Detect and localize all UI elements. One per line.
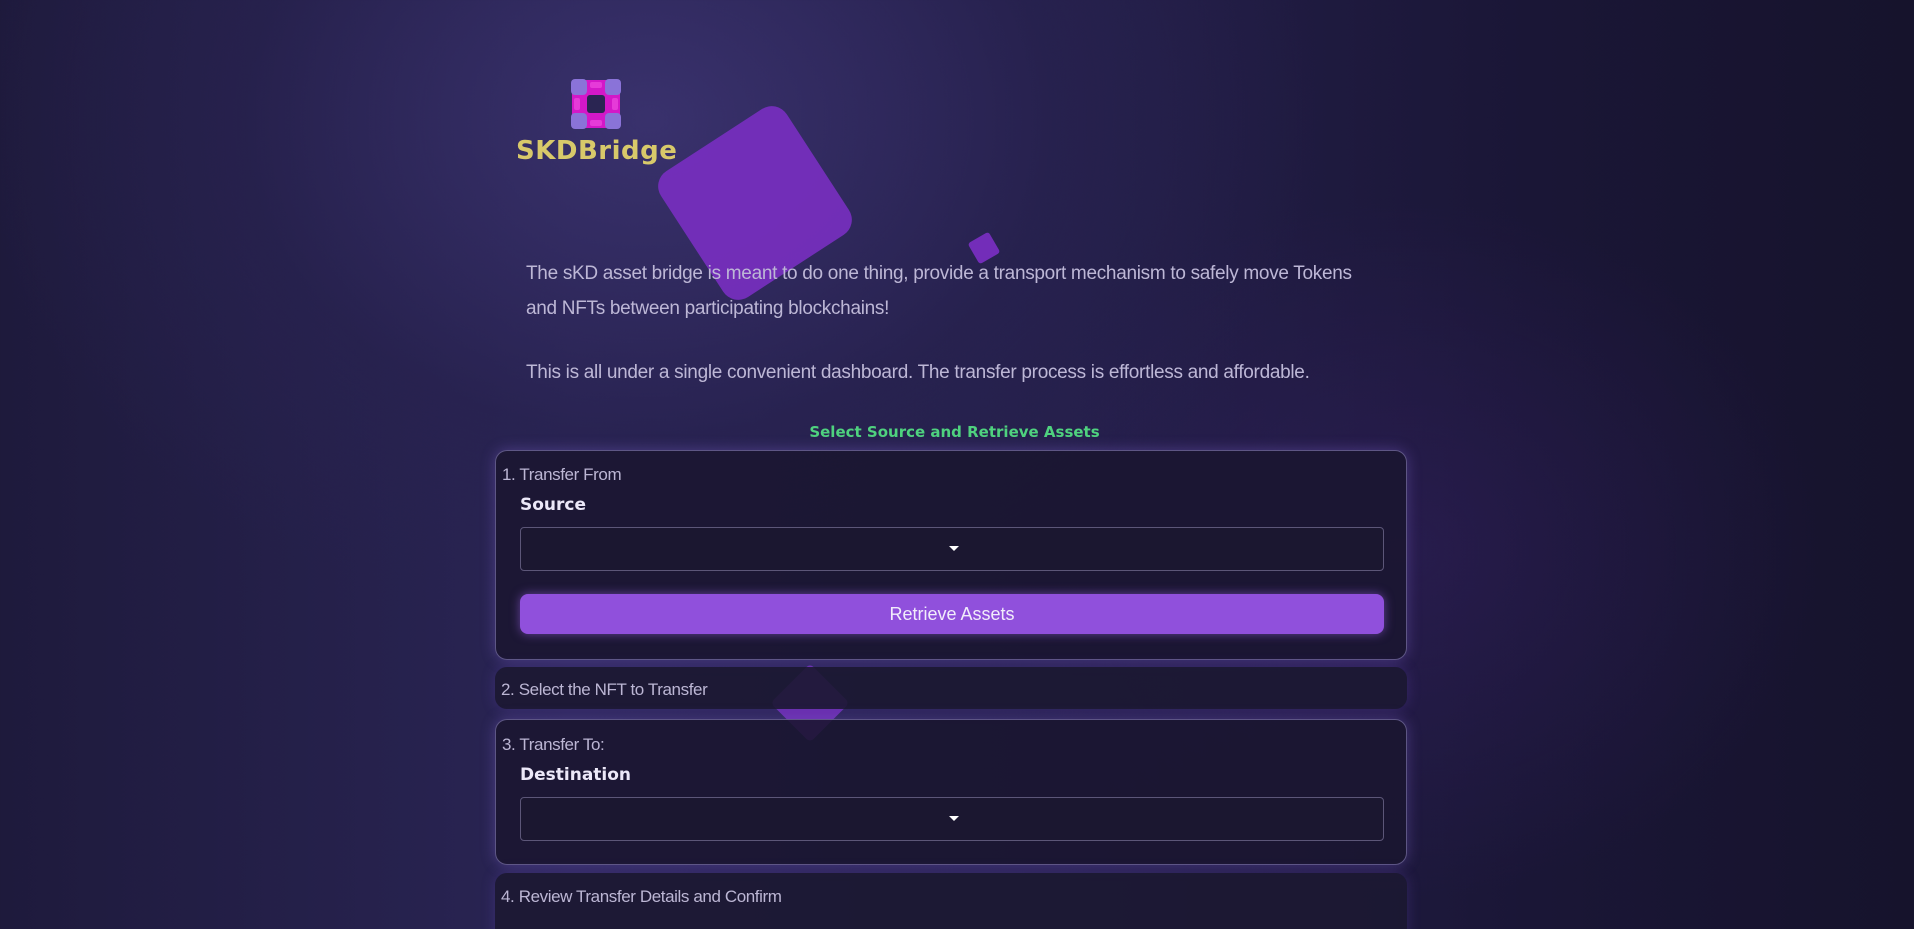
brand-name: SKDBridge — [516, 136, 678, 166]
step-review-card[interactable]: 4. Review Transfer Details and Confirm — [495, 873, 1407, 929]
retrieve-assets-button[interactable]: Retrieve Assets — [520, 594, 1384, 634]
caret-down-icon — [949, 816, 959, 821]
step-transfer-from-card: 1. Transfer From Source Retrieve Assets — [495, 450, 1407, 660]
intro-text: The sKD asset bridge is meant to do one … — [526, 256, 1386, 390]
caret-down-icon — [949, 546, 959, 551]
step-title[interactable]: 2. Select the NFT to Transfer — [501, 680, 708, 700]
source-select[interactable] — [520, 527, 1384, 571]
step-title[interactable]: 1. Transfer From — [502, 465, 622, 485]
step-transfer-to-card: 3. Transfer To: Destination — [495, 719, 1407, 865]
destination-label: Destination — [520, 765, 632, 785]
source-label: Source — [520, 495, 587, 515]
interlocking-square-ring-icon — [571, 79, 621, 129]
section-heading: Select Source and Retrieve Assets — [809, 423, 1100, 441]
step-select-nft-card[interactable]: 2. Select the NFT to Transfer — [495, 667, 1407, 709]
step-title[interactable]: 4. Review Transfer Details and Confirm — [501, 887, 782, 907]
destination-select[interactable] — [520, 797, 1384, 841]
step-title[interactable]: 3. Transfer To: — [502, 735, 605, 755]
intro-paragraph: The sKD asset bridge is meant to do one … — [526, 263, 1352, 319]
intro-paragraph: This is all under a single convenient da… — [526, 362, 1310, 383]
